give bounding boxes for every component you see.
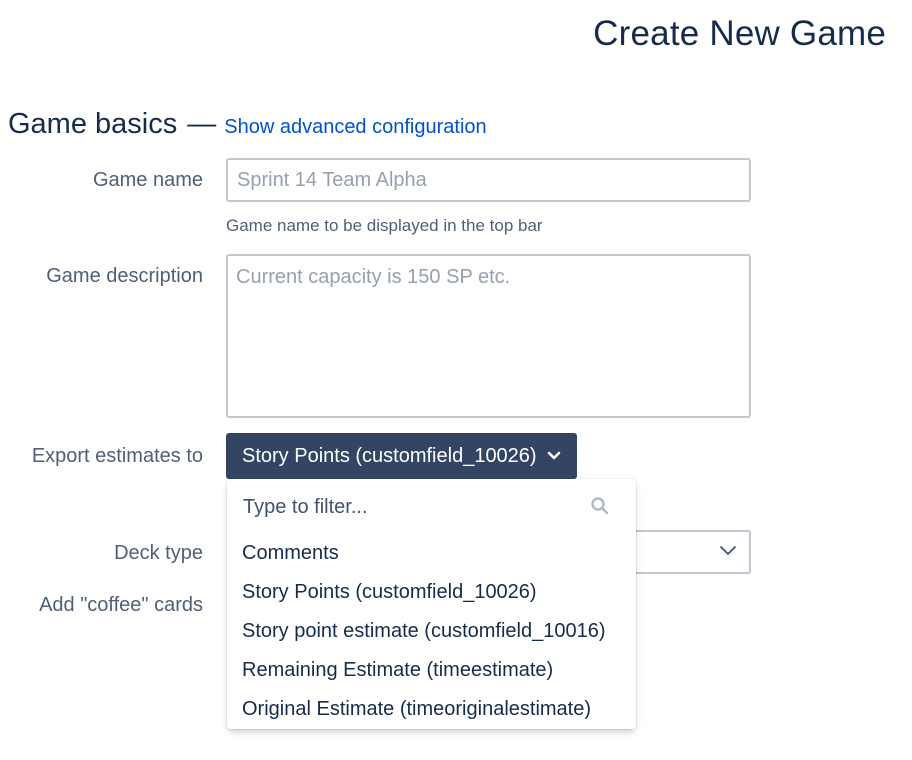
game-description-label: Game description (46, 265, 203, 287)
export-estimates-value: Story Points (customfield_10026) (242, 444, 537, 467)
show-advanced-config-link[interactable]: Show advanced configuration (224, 116, 486, 139)
section-title: Game basics (8, 108, 178, 140)
chevron-down-icon (547, 451, 561, 461)
option-remaining-estimate[interactable]: Remaining Estimate (timeestimate) (227, 651, 636, 690)
export-estimates-select[interactable]: Story Points (customfield_10026) (226, 433, 577, 479)
export-estimates-label: Export estimates to (31, 445, 203, 467)
section-dash: — (187, 108, 217, 140)
coffee-cards-label: Add "coffee" cards (39, 594, 203, 616)
search-icon (590, 496, 610, 521)
game-name-input[interactable] (226, 158, 751, 202)
chevron-down-icon (719, 544, 737, 563)
page-title: Create New Game (593, 14, 886, 53)
section-header: Game basics — Show advanced configuratio… (8, 108, 487, 141)
game-name-help: Game name to be displayed in the top bar (226, 216, 543, 235)
export-estimates-dropdown: Comments Story Points (customfield_10026… (227, 479, 636, 729)
deck-type-label: Deck type (114, 542, 203, 564)
game-description-input[interactable] (226, 254, 751, 418)
option-story-point-estimate[interactable]: Story point estimate (customfield_10016) (227, 612, 636, 651)
game-name-label: Game name (92, 169, 203, 191)
option-comments[interactable]: Comments (227, 534, 636, 573)
option-list: Comments Story Points (customfield_10026… (227, 534, 636, 729)
filter-input[interactable] (241, 489, 605, 525)
option-story-points[interactable]: Story Points (customfield_10026) (227, 573, 636, 612)
option-original-estimate[interactable]: Original Estimate (timeoriginalestimate) (227, 690, 636, 729)
